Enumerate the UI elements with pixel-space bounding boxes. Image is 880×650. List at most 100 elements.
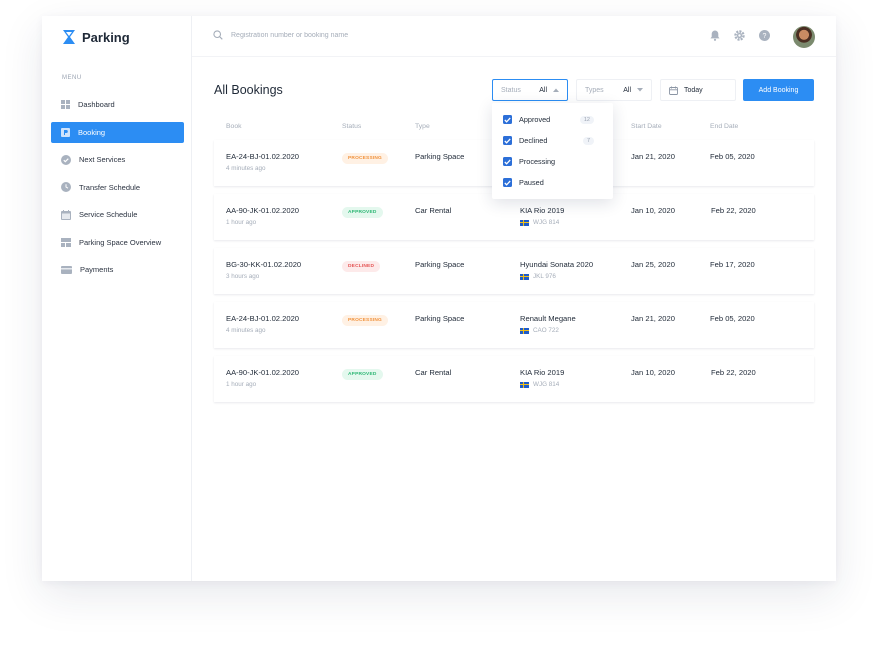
status-badge: APPROVED <box>342 207 383 218</box>
booking-cell: BG-30-KK-01.02.2020 3 hours ago <box>226 260 301 280</box>
search-icon[interactable] <box>213 30 223 40</box>
search-bar <box>213 30 431 40</box>
types-filter[interactable]: Types All <box>576 79 652 101</box>
layout-icon <box>61 237 71 247</box>
status-option-processing[interactable]: Processing <box>503 157 555 166</box>
search-input[interactable] <box>231 31 431 39</box>
vehicle-cell: KIA Rio 2019 WJG 814 <box>520 368 564 388</box>
vehicle-name: Renault Megane <box>520 314 576 323</box>
swedish-flag-icon <box>520 219 529 226</box>
sidebar-item-label: Service Schedule <box>79 210 138 219</box>
check-circle-icon <box>61 154 71 165</box>
checkmark-icon <box>504 180 511 186</box>
column-header-start-date[interactable]: Start Date <box>631 123 662 130</box>
add-booking-button[interactable]: Add Booking <box>743 79 814 101</box>
booking-id: AA-90-JK-01.02.2020 <box>226 206 300 215</box>
sidebar-item-next-services[interactable]: Next Services <box>51 149 184 170</box>
booking-time: 3 hours ago <box>226 273 260 280</box>
table-row[interactable]: EA-24-BJ-01.02.2020 4 minutes ago PROCES… <box>214 302 814 348</box>
page-title: All Bookings <box>214 83 283 97</box>
checkbox[interactable] <box>503 115 512 124</box>
status-option-declined[interactable]: Declined 7 <box>503 136 603 145</box>
end-date-cell: Feb 22, 2020 <box>711 368 756 377</box>
checkbox[interactable] <box>503 136 512 145</box>
top-bar: ? <box>192 16 836 57</box>
status-option-label: Paused <box>519 178 544 187</box>
sidebar-item-payments[interactable]: Payments <box>51 259 184 280</box>
status-filter[interactable]: Status All <box>492 79 568 101</box>
svg-text:?: ? <box>763 33 767 40</box>
end-date-cell: Feb 22, 2020 <box>711 206 756 215</box>
status-option-paused[interactable]: Paused <box>503 178 544 187</box>
status-option-label: Approved <box>519 115 551 124</box>
status-badge: APPROVED <box>342 369 383 380</box>
sidebar-item-label: Parking Space Overview <box>79 237 162 247</box>
sidebar-item-label: Booking <box>78 127 106 137</box>
status-count: 7 <box>582 136 594 145</box>
column-header-book[interactable]: Book <box>226 123 242 130</box>
status-option-label: Processing <box>519 157 556 166</box>
main-content: All Bookings Status All Types All Today … <box>192 57 836 581</box>
type-cell: Car Rental <box>415 206 452 215</box>
booking-cell: AA-90-JK-01.02.2020 1 hour ago <box>226 368 299 388</box>
table-row[interactable]: BG-30-KK-01.02.2020 3 hours ago DECLINED… <box>214 248 814 294</box>
start-date-cell: Jan 10, 2020 <box>631 368 675 377</box>
column-header-end-date[interactable]: End Date <box>710 123 738 130</box>
help-icon[interactable]: ? <box>759 30 770 41</box>
gear-icon[interactable] <box>734 30 745 41</box>
status-badge: PROCESSING <box>342 153 388 164</box>
vehicle-cell: KIA Rio 2019 WJG 814 <box>520 206 564 226</box>
sidebar-item-booking[interactable]: Booking <box>51 121 184 143</box>
end-date-cell: Feb 05, 2020 <box>710 314 755 323</box>
top-icons: ? <box>710 30 770 41</box>
logo[interactable]: Parking <box>62 29 130 45</box>
types-filter-label: Types <box>585 86 604 94</box>
swedish-flag-icon <box>520 273 529 280</box>
vehicle-cell: Renault Megane CAO 722 <box>520 314 576 334</box>
booking-id: BG-30-KK-01.02.2020 <box>226 260 302 269</box>
types-filter-value: All <box>623 86 631 94</box>
column-header-status[interactable]: Status <box>342 123 361 130</box>
menu-label: MENU <box>62 75 82 81</box>
date-filter-value: Today <box>684 86 703 94</box>
sidebar-item-label: Dashboard <box>78 100 115 109</box>
credit-card-icon <box>61 265 72 274</box>
sidebar-item-label: Payments <box>80 265 114 274</box>
type-cell: Car Rental <box>415 368 452 377</box>
bell-icon[interactable] <box>710 30 720 41</box>
type-cell: Parking Space <box>415 314 465 323</box>
parking-icon <box>61 127 70 137</box>
booking-time: 4 minutes ago <box>226 327 266 334</box>
status-option-approved[interactable]: Approved 12 <box>503 115 603 124</box>
swedish-flag-icon <box>520 327 529 334</box>
status-count: 12 <box>579 115 594 124</box>
avatar[interactable] <box>793 26 815 48</box>
status-badge: PROCESSING <box>342 315 388 326</box>
table-row[interactable]: AA-90-JK-01.02.2020 1 hour ago APPROVED … <box>214 194 814 240</box>
sidebar-item-parking-space-overview[interactable]: Parking Space Overview <box>51 232 184 253</box>
booking-id: EA-24-BJ-01.02.2020 <box>226 152 300 161</box>
checkbox[interactable] <box>503 157 512 166</box>
plate-number: WJG 814 <box>533 381 560 388</box>
calendar-icon <box>61 209 71 220</box>
booking-id: AA-90-JK-01.02.2020 <box>226 368 300 377</box>
start-date-cell: Jan 25, 2020 <box>631 260 675 269</box>
table-row[interactable]: AA-90-JK-01.02.2020 1 hour ago APPROVED … <box>214 356 814 402</box>
sidebar-item-service-schedule[interactable]: Service Schedule <box>51 204 184 225</box>
date-filter[interactable]: Today <box>660 79 736 101</box>
sidebar-item-dashboard[interactable]: Dashboard <box>51 94 184 115</box>
end-date-cell: Feb 05, 2020 <box>710 152 755 161</box>
checkmark-icon <box>504 117 511 123</box>
booking-id: EA-24-BJ-01.02.2020 <box>226 314 300 323</box>
column-header-type[interactable]: Type <box>415 123 430 130</box>
chevron-up-icon <box>553 88 559 92</box>
clock-icon <box>61 182 71 192</box>
plate-number: WJG 814 <box>533 219 560 226</box>
booking-time: 1 hour ago <box>226 381 257 388</box>
start-date-cell: Jan 21, 2020 <box>631 152 675 161</box>
status-badge: DECLINED <box>342 261 381 272</box>
sidebar-item-label: Transfer Schedule <box>79 182 141 192</box>
sidebar-item-transfer-schedule[interactable]: Transfer Schedule <box>51 177 184 198</box>
hourglass-logo-icon <box>63 30 75 44</box>
checkbox[interactable] <box>503 178 512 187</box>
